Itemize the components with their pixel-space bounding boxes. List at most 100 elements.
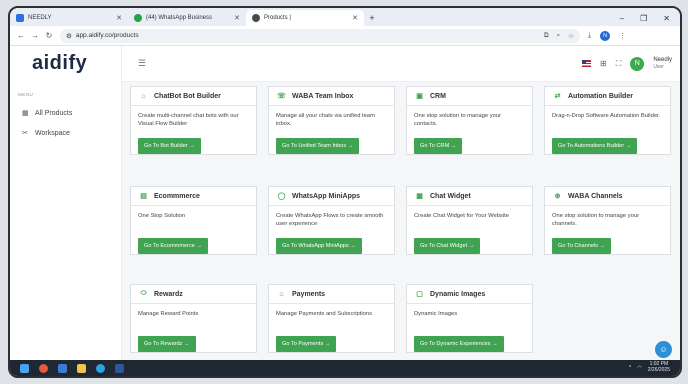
windows-start-icon[interactable] xyxy=(20,363,29,373)
close-window-icon[interactable]: ✕ xyxy=(663,14,670,23)
sidebar-item-label: All Products xyxy=(35,109,73,117)
zoom-icon[interactable]: ⌕ xyxy=(557,32,561,40)
help-chat-icon[interactable]: ☺ xyxy=(655,341,672,358)
channels-icon: ⊕ xyxy=(554,193,561,200)
needly-favicon-icon xyxy=(16,14,24,22)
apps-grid-icon[interactable]: ⊞ xyxy=(600,59,607,68)
site-settings-icon[interactable]: ⚙ xyxy=(66,32,72,40)
tools-icon: ✂ xyxy=(22,130,28,137)
go-to-rewardz-button[interactable]: Go To Rewardz → xyxy=(138,336,196,352)
file-explorer-icon[interactable] xyxy=(77,363,86,373)
user-info[interactable]: Needly User xyxy=(653,57,672,71)
wifi-icon[interactable]: ◠ xyxy=(637,365,641,371)
card-title: Payments xyxy=(292,290,326,298)
app-icon[interactable] xyxy=(58,363,67,373)
user-role: User xyxy=(653,64,664,71)
tab-needly[interactable]: NEEDLY ✕ xyxy=(10,10,128,26)
install-app-icon[interactable]: ⧉ xyxy=(544,32,549,40)
app-header: ☰ ⊞ ⛶ N Needly User xyxy=(122,46,680,82)
close-icon[interactable]: ✕ xyxy=(352,14,358,22)
url-text: app.aidify.co/products xyxy=(75,32,139,39)
edge-icon[interactable] xyxy=(96,363,105,373)
tab-whatsapp[interactable]: (44) WhatsApp Business ✕ xyxy=(128,10,246,26)
product-card-miniapps: ◯ WhatsApp MiniApps Create WhatsApp Flows… xyxy=(268,186,395,255)
card-description: Drag-n-Drop Software Automation Builder. xyxy=(552,113,661,119)
product-card-automation: ⇄ Automation Builder Drag-n-Drop Software… xyxy=(544,86,671,155)
browser-menu-icon[interactable]: ⋮ xyxy=(619,32,626,40)
inbox-icon: ☏ xyxy=(277,93,286,100)
go-to-team-inbox-button[interactable]: Go To Unified Team Inbox → xyxy=(276,138,360,154)
tab-bar: NEEDLY ✕ (44) WhatsApp Business ✕ Produc… xyxy=(10,8,680,26)
product-card-channels: ⊕ WABA Channels One stop solution to mana… xyxy=(544,186,671,255)
back-icon[interactable]: ← xyxy=(14,31,28,40)
card-title: Ecommmerce xyxy=(154,192,200,200)
chevron-up-icon[interactable]: ^ xyxy=(629,365,631,371)
product-card-team-inbox: ☏ WABA Team Inbox Manage all your chats v… xyxy=(268,86,395,155)
sidebar-item-label: Workspace xyxy=(35,129,70,137)
payments-icon: ⌂ xyxy=(279,290,284,298)
product-card-ecommerce: ▤ Ecommmerce One Stop Solution Go To Ecom… xyxy=(130,186,257,255)
clock[interactable]: 1:02 PM 2/26/2025 xyxy=(648,361,670,374)
go-to-bot-builder-button[interactable]: Go To Bot Builder → xyxy=(138,138,201,154)
tab-products[interactable]: Products | ✕ xyxy=(246,10,364,26)
products-grid: ⌂ ChatBot Bot Builder Create multi-channe… xyxy=(122,82,680,364)
reload-icon[interactable]: ↻ xyxy=(42,31,56,40)
logo[interactable]: aidify xyxy=(10,46,121,80)
us-flag-icon[interactable] xyxy=(582,60,591,67)
menu-label: MENU xyxy=(18,92,34,97)
card-description: Create multi-channel chat bots with our … xyxy=(138,113,239,128)
taskbar: ^ ◠ 1:02 PM 2/26/2025 xyxy=(10,360,680,376)
card-title: WABA Team Inbox xyxy=(292,92,354,100)
go-to-miniapps-button[interactable]: Go To WhatsApp MiniApps → xyxy=(276,238,362,254)
card-title: Automation Builder xyxy=(568,92,633,100)
card-description: Manage all your chats via unified team i… xyxy=(276,113,375,128)
close-icon[interactable]: ✕ xyxy=(234,14,240,22)
product-card-chat-widget: ▦ Chat Widget Create Chat Widget for Your… xyxy=(406,186,533,255)
grid-icon: ▦ xyxy=(22,110,29,117)
close-icon[interactable]: ✕ xyxy=(116,14,122,22)
store-icon: ▤ xyxy=(140,193,147,200)
go-to-payments-button[interactable]: Go To Payments → xyxy=(276,336,337,352)
go-to-channels-button[interactable]: Go To Channels → xyxy=(552,238,612,254)
crm-icon: ▣ xyxy=(416,93,423,100)
restore-icon[interactable]: ❐ xyxy=(640,14,647,23)
profile-avatar[interactable]: N xyxy=(600,30,611,41)
url-field[interactable]: ⚙ app.aidify.co/products ⧉ ⌕ ☆ xyxy=(60,28,580,43)
go-to-crm-button[interactable]: Go To CRM → xyxy=(414,138,463,154)
automation-icon: ⇄ xyxy=(554,93,561,100)
browser-window: NEEDLY ✕ (44) WhatsApp Business ✕ Produc… xyxy=(8,6,682,378)
word-icon[interactable] xyxy=(115,363,124,373)
go-to-automations-builder-button[interactable]: Go To Automations Builder → xyxy=(552,138,638,154)
sidebar-item-workspace[interactable]: ✂ Workspace xyxy=(10,123,121,143)
go-to-ecommerce-button[interactable]: Go To Ecommmerce → xyxy=(138,238,209,254)
card-description: Manage Reward Points xyxy=(138,311,199,317)
go-to-dynamic-experiences-button[interactable]: Go To Dynamic Experiences → xyxy=(414,336,504,352)
download-icon[interactable]: ⤓ xyxy=(588,32,591,40)
card-title: Rewardz xyxy=(154,290,183,298)
new-tab-button[interactable]: + xyxy=(364,10,380,26)
card-description: One Stop Solution xyxy=(138,213,186,219)
product-card-rewardz: ⬭ Rewardz Manage Reward Points Go To Rewa… xyxy=(130,284,257,353)
whatsapp-favicon-icon xyxy=(134,14,142,22)
menu-toggle-icon[interactable]: ☰ xyxy=(138,58,146,69)
user-avatar[interactable]: N xyxy=(630,56,645,71)
forward-icon[interactable]: → xyxy=(28,31,42,40)
product-card-payments: ⌂ Payments Manage Payments and Subscripti… xyxy=(268,284,395,353)
go-to-chat-widget-button[interactable]: Go To Chat Widget → xyxy=(414,238,481,254)
card-description: Create Chat Widget for Your Website xyxy=(414,213,509,219)
app-icon[interactable] xyxy=(39,363,48,373)
image-icon: ▢ xyxy=(416,291,423,298)
minimize-icon[interactable]: – xyxy=(620,14,624,23)
product-card-chatbot: ⌂ ChatBot Bot Builder Create multi-channe… xyxy=(130,86,257,155)
sidebar: aidify MENU ▦ All Products ✂ Workspace xyxy=(10,46,122,364)
system-tray: ^ ◠ 1:02 PM 2/26/2025 xyxy=(629,361,680,374)
bookmark-star-icon[interactable]: ☆ xyxy=(568,32,574,40)
card-description: One stop solution to manage your channel… xyxy=(552,213,640,228)
chatbot-icon: ⌂ xyxy=(141,92,146,100)
tab-title: Products | xyxy=(264,15,291,21)
card-title: Dynamic Images xyxy=(430,290,486,298)
fullscreen-icon[interactable]: ⛶ xyxy=(616,59,622,69)
sidebar-item-all-products[interactable]: ▦ All Products xyxy=(10,103,121,123)
tab-title: (44) WhatsApp Business xyxy=(146,15,213,21)
card-description: One stop solution to manage your contact… xyxy=(414,113,502,128)
